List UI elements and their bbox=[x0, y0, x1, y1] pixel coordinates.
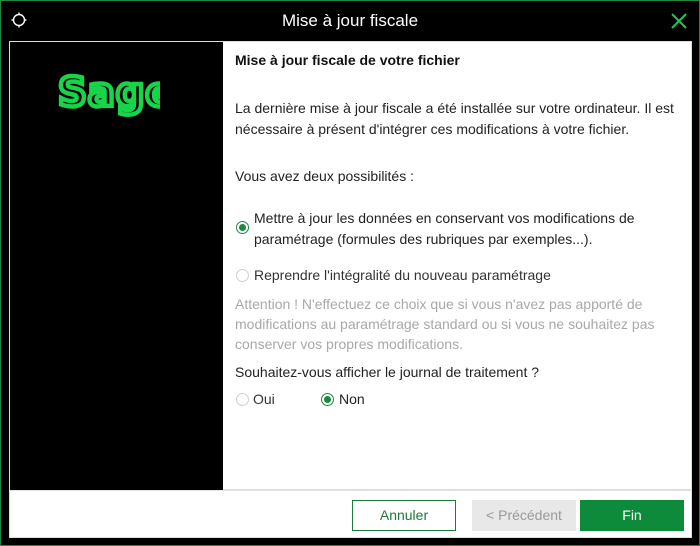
choices-label: Vous avez deux possibilités : bbox=[235, 168, 414, 184]
wizard-body: Sage Mise à jour fiscale de votre fichie… bbox=[9, 41, 692, 491]
journal-question: Souhaitez-vous afficher le journal de tr… bbox=[235, 364, 540, 380]
button-bar: Annuler < Précédent Fin bbox=[9, 490, 692, 538]
title-bar: Mise à jour fiscale bbox=[1, 1, 699, 41]
previous-button[interactable]: < Précédent bbox=[472, 500, 576, 531]
oui-radio[interactable] bbox=[236, 393, 249, 406]
option1-radio[interactable] bbox=[236, 221, 249, 234]
warning-text: Attention ! N'effectuez ce choix que si … bbox=[235, 296, 655, 352]
dialog-window: Mise à jour fiscale Sage Mise à jour fis… bbox=[0, 0, 700, 546]
option2-radio[interactable] bbox=[236, 269, 249, 282]
finish-button[interactable]: Fin bbox=[580, 500, 684, 531]
option2-label[interactable]: Reprendre l'intégralité du nouveau param… bbox=[254, 265, 684, 286]
option1-label[interactable]: Mettre à jour les données en conservant … bbox=[254, 208, 684, 250]
intro-text: La dernière mise à jour fiscale a été in… bbox=[235, 100, 674, 137]
sage-logo: Sage bbox=[56, 68, 160, 119]
non-label[interactable]: Non bbox=[339, 389, 365, 410]
cancel-button[interactable]: Annuler bbox=[352, 500, 456, 531]
window-title: Mise à jour fiscale bbox=[281, 11, 419, 30]
non-radio[interactable] bbox=[321, 393, 334, 406]
oui-label[interactable]: Oui bbox=[253, 389, 275, 410]
page-heading: Mise à jour fiscale de votre fichier bbox=[235, 52, 460, 68]
brand-panel: Sage bbox=[10, 42, 223, 491]
close-icon[interactable] bbox=[669, 11, 689, 31]
sage-logo-text: Sage bbox=[58, 70, 160, 116]
